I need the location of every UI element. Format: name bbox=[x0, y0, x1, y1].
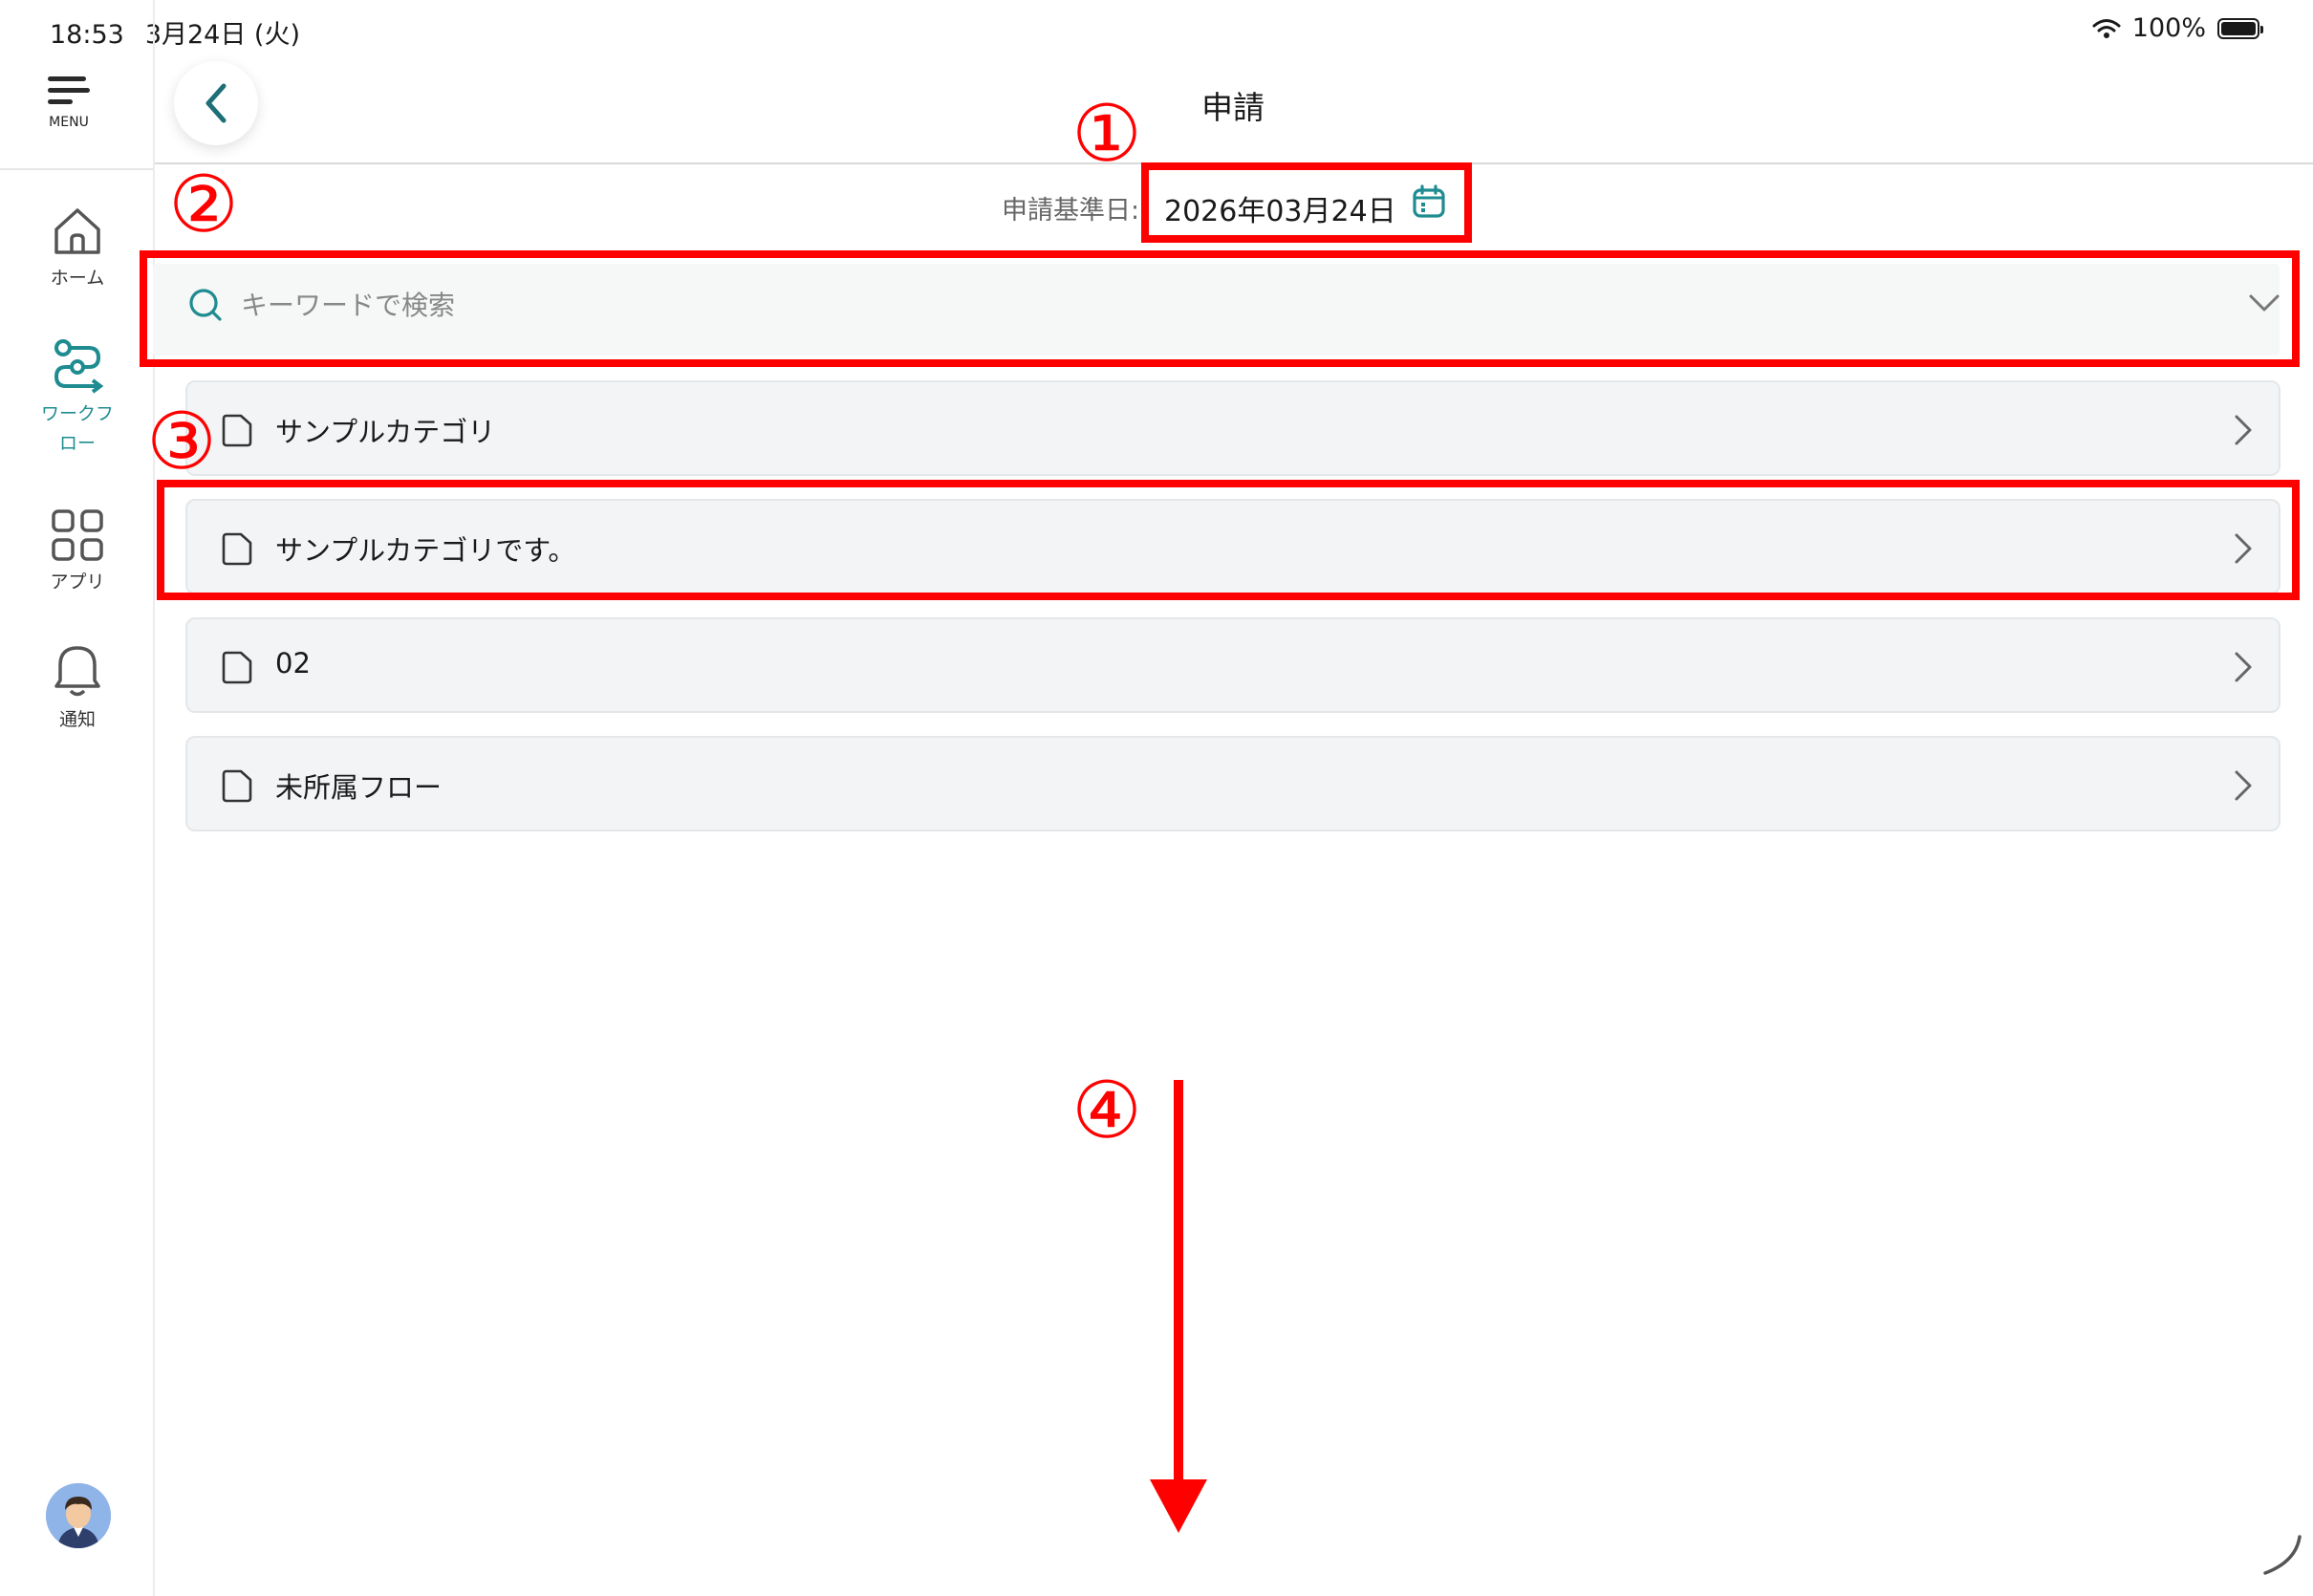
base-date-label: 申請基準日: bbox=[1002, 196, 1140, 226]
chevron-right-icon bbox=[2235, 770, 2252, 801]
annotation-number-2: ② bbox=[168, 160, 239, 250]
category-label: 02 bbox=[275, 647, 311, 679]
category-row[interactable]: 未所属フロー bbox=[185, 736, 2281, 831]
user-avatar-icon bbox=[46, 1483, 111, 1548]
folder-icon bbox=[222, 769, 252, 803]
scroll-down-arrow bbox=[1174, 1080, 1183, 1491]
chevron-left-icon bbox=[205, 83, 227, 123]
chevron-right-icon bbox=[2235, 415, 2252, 445]
category-row[interactable]: サンプルカテゴリ bbox=[185, 380, 2281, 476]
annotation-box-category bbox=[157, 480, 2300, 600]
loading-spinner-icon bbox=[2263, 1535, 2302, 1575]
page-title: 申請 bbox=[1201, 89, 1265, 126]
sidebar-item-label: 通知 bbox=[58, 709, 96, 730]
battery-percent: 100% bbox=[2131, 13, 2206, 43]
menu-label: MENU bbox=[49, 115, 89, 130]
category-label: 未所属フロー bbox=[275, 771, 443, 804]
chevron-right-icon bbox=[2235, 652, 2252, 682]
home-icon bbox=[54, 208, 100, 254]
annotation-box-date bbox=[1141, 162, 1472, 243]
apps-grid-icon bbox=[52, 509, 103, 561]
annotation-number-3: ③ bbox=[146, 397, 217, 487]
sidebar-item-notifications[interactable]: 通知 bbox=[19, 640, 136, 735]
folder-icon bbox=[222, 414, 252, 447]
sidebar-item-home[interactable]: ホーム bbox=[19, 205, 136, 293]
sidebar-item-apps[interactable]: アプリ bbox=[19, 508, 136, 597]
sidebar-item-label: アプリ bbox=[50, 572, 105, 593]
back-button[interactable] bbox=[174, 61, 258, 145]
annotation-number-1: ① bbox=[1071, 89, 1142, 180]
annotation-number-4: ④ bbox=[1071, 1066, 1142, 1156]
sidebar-item-label: ホーム bbox=[50, 268, 105, 289]
menu-icon bbox=[48, 76, 90, 104]
wifi-icon bbox=[2092, 18, 2121, 38]
menu-button[interactable]: MENU bbox=[46, 76, 92, 130]
bell-icon bbox=[54, 646, 100, 697]
sidebar-divider bbox=[0, 168, 153, 170]
category-label: サンプルカテゴリ bbox=[275, 416, 496, 448]
workflow-icon bbox=[54, 339, 104, 394]
battery-icon bbox=[2217, 17, 2263, 39]
sidebar-item-workflow[interactable]: ワークフロー bbox=[19, 338, 136, 459]
annotation-box-search bbox=[140, 250, 2300, 367]
category-row[interactable]: 02 bbox=[185, 617, 2281, 713]
folder-icon bbox=[222, 651, 252, 684]
status-date: 3月24日 (火) bbox=[144, 20, 300, 50]
sidebar-item-label: ワークフロー bbox=[40, 403, 114, 454]
scroll-down-arrow-head bbox=[1150, 1479, 1207, 1533]
status-bar-right: 100% bbox=[2092, 13, 2263, 43]
avatar[interactable] bbox=[46, 1483, 111, 1548]
